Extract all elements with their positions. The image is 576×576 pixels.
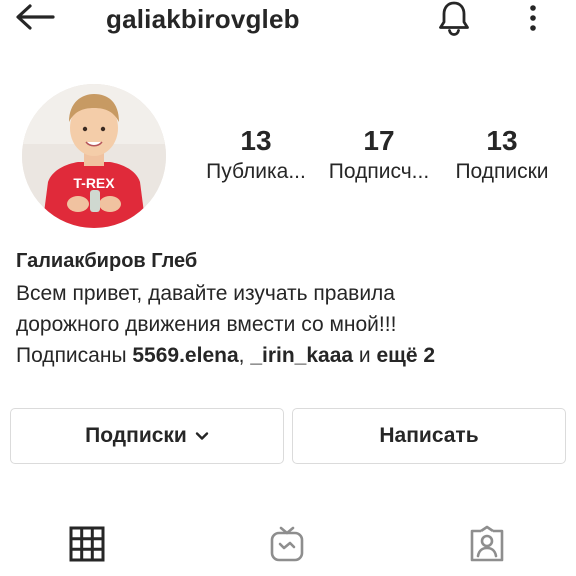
more-vertical-icon <box>529 4 537 37</box>
following-count[interactable]: 13 Подписки <box>446 124 558 186</box>
tab-grid[interactable] <box>57 520 117 572</box>
following-button-label: Подписки <box>85 424 187 447</box>
posts-count-label: Публика... <box>206 160 306 183</box>
back-button[interactable] <box>14 3 56 35</box>
bio-line: дорожного движения вмести со мной!!! <box>16 313 397 336</box>
arrow-left-icon <box>15 3 55 35</box>
tab-igtv[interactable] <box>257 520 317 572</box>
followed-by-user-link[interactable]: _irin_kaaa <box>250 344 353 367</box>
tab-tagged[interactable] <box>457 520 517 572</box>
igtv-icon <box>269 525 305 568</box>
followers-count-label: Подписч... <box>328 160 430 183</box>
avatar[interactable]: T-REX <box>22 84 166 228</box>
profile-username: galiakbirovgleb <box>106 4 300 34</box>
following-count-label: Подписки <box>455 160 549 183</box>
bio-line: Всем привет, давайте изучать правила <box>16 282 395 305</box>
grid-icon <box>69 526 105 567</box>
followed-by-prefix: Подписаны <box>16 344 133 367</box>
followed-by-middle: и <box>353 344 377 367</box>
message-button[interactable]: Написать <box>292 408 566 464</box>
profile-photo: T-REX <box>22 84 166 228</box>
more-options-button[interactable] <box>516 0 550 40</box>
posts-count[interactable]: 13 Публика... <box>200 124 312 186</box>
posts-count-value: 13 <box>240 125 272 156</box>
full-name: Галиакбиров Глеб <box>16 250 198 272</box>
notifications-button[interactable] <box>434 0 474 40</box>
followers-count[interactable]: 17 Подписч... <box>322 124 436 186</box>
following-count-value: 13 <box>486 125 518 156</box>
svg-text:T-REX: T-REX <box>73 175 115 191</box>
followed-by-more-link[interactable]: ещё 2 <box>376 344 435 367</box>
tagged-icon <box>469 525 505 568</box>
message-button-label: Написать <box>379 424 479 447</box>
followed-by-user-link[interactable]: 5569.elena <box>132 344 238 367</box>
followers-count-value: 17 <box>363 125 395 156</box>
followed-by[interactable]: Подписаны 5569.elena, _irin_kaaa и ещё 2 <box>16 340 435 371</box>
bell-icon <box>437 0 471 41</box>
chevron-down-icon <box>195 431 209 441</box>
profile-header: galiakbirovgleb <box>0 0 576 42</box>
profile-tabs <box>0 520 576 576</box>
followed-by-separator: , <box>238 344 251 367</box>
bio: Всем привет, давайте изучать правила дор… <box>16 278 561 340</box>
following-button[interactable]: Подписки <box>10 408 284 464</box>
